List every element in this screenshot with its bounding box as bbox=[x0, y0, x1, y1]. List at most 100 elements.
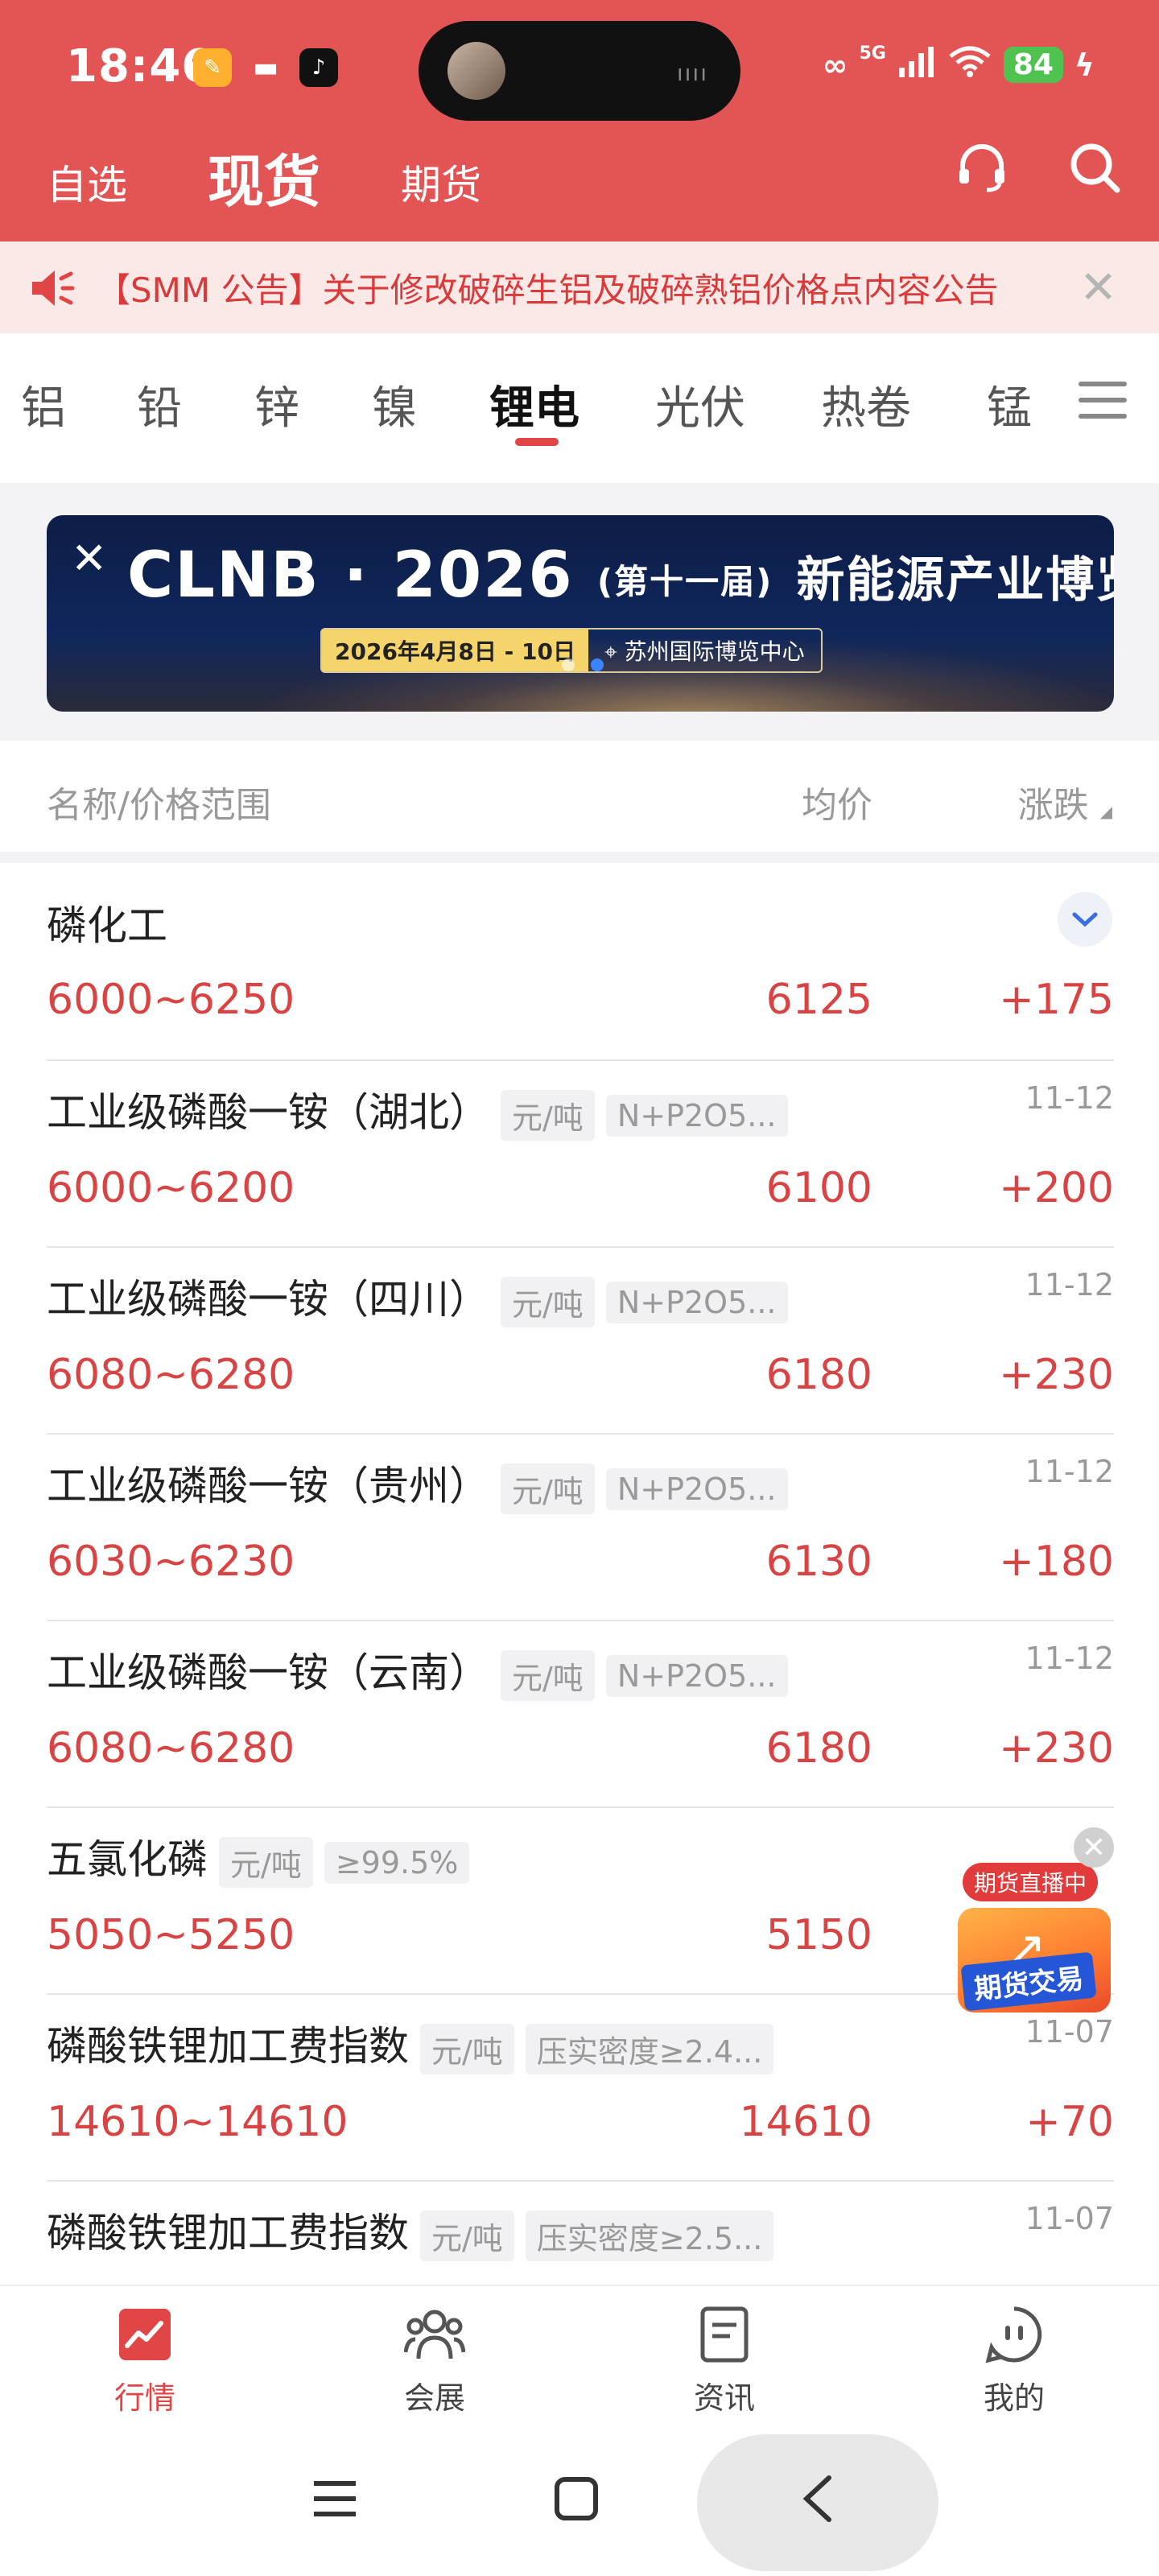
bottom-nav-market[interactable]: 行情 bbox=[64, 2302, 225, 2417]
tab-futures[interactable]: 期货 bbox=[401, 153, 481, 211]
camera-icon: ▬ bbox=[252, 52, 279, 84]
status-bar: 18:46 ✎ ▬ ♪ ıııı ∞ 5G 84 ϟ bbox=[0, 0, 1159, 137]
notice-text[interactable]: 【SMM 公告】关于修改破碎生铝及破碎熟铝价格点内容公告 bbox=[97, 263, 999, 312]
home-icon[interactable] bbox=[544, 2467, 608, 2531]
price-range: 6000~6250 bbox=[47, 976, 295, 1024]
status-right: ∞ 5G 84 ϟ bbox=[822, 43, 1095, 85]
category-tab-hot-rolled-coil[interactable]: 热卷 bbox=[821, 372, 911, 437]
average-price: 6125 bbox=[765, 976, 872, 1024]
item-name: 磷酸铁锂加工费指数 元/吨 压实密度≥2.5... bbox=[47, 2201, 774, 2261]
list-item[interactable]: 工业级磷酸一铵（云南） 元/吨 N+P2O5... 11-12 6080~6280 … bbox=[47, 1621, 1114, 1808]
notice-close-icon[interactable]: ✕ bbox=[1079, 262, 1117, 314]
price-change: +230 bbox=[999, 1724, 1114, 1773]
average-price: 6100 bbox=[765, 1164, 872, 1212]
chevron-down-icon[interactable] bbox=[1058, 892, 1112, 947]
futures-live-promo[interactable]: ↗ 期货交易 期货直播中 ✕ bbox=[958, 1827, 1119, 2021]
price-change: +230 bbox=[999, 1351, 1114, 1399]
header-change[interactable]: 涨跌 ◢ bbox=[1018, 776, 1112, 828]
people-icon bbox=[402, 2302, 467, 2367]
search-icon[interactable] bbox=[1062, 135, 1127, 200]
banner-title: CLNB · 2026 (第十一届) 新能源产业博览会 bbox=[127, 539, 1114, 612]
active-tab-indicator bbox=[515, 438, 559, 446]
notice-bar[interactable]: 【SMM 公告】关于修改破碎生铝及破碎熟铝价格点内容公告 ✕ bbox=[0, 242, 1159, 333]
speaker-icon bbox=[27, 264, 76, 316]
price-change: +70 bbox=[1025, 2098, 1114, 2146]
item-date: 11-07 bbox=[1025, 2201, 1114, 2236]
category-tab-zinc[interactable]: 锌 bbox=[254, 372, 299, 437]
category-menu-icon[interactable] bbox=[1079, 382, 1127, 430]
average-price: 14610 bbox=[739, 2098, 872, 2146]
spec-tag: ≥99.5% bbox=[324, 1841, 470, 1884]
banner-close-icon[interactable]: ✕ bbox=[71, 533, 107, 584]
item-name-text: 工业级磷酸一铵（四川） bbox=[47, 1276, 489, 1323]
category-tab-lead[interactable]: 铅 bbox=[137, 372, 182, 437]
banner-venue: ⌖ 苏州国际博览中心 bbox=[588, 634, 821, 667]
banner-area: ✕ CLNB · 2026 (第十一届) 新能源产业博览会 2026年4月8日 … bbox=[0, 483, 1159, 741]
spec-tag: N+P2O5... bbox=[605, 1468, 788, 1510]
list-item[interactable]: 6000~6250 6125 +175 bbox=[47, 943, 1114, 1061]
promo-close-icon[interactable]: ✕ bbox=[1074, 1827, 1114, 1868]
category-tab-aluminum[interactable]: 铝 bbox=[21, 372, 66, 437]
document-icon bbox=[692, 2302, 757, 2367]
app-notification-icon: ✎ bbox=[193, 48, 232, 87]
price-range: 6080~6280 bbox=[47, 1724, 295, 1773]
list-item[interactable]: 工业级磷酸一铵（贵州） 元/吨 N+P2O5... 11-12 6030~6230 … bbox=[47, 1435, 1114, 1621]
item-name: 工业级磷酸一铵（云南） 元/吨 N+P2O5... bbox=[47, 1641, 788, 1701]
header-avg-price[interactable]: 均价 bbox=[802, 776, 872, 828]
category-tab-photovoltaic[interactable]: 光伏 bbox=[655, 372, 745, 437]
spec-tag: 压实密度≥2.5... bbox=[525, 2211, 774, 2261]
price-range: 6000~6200 bbox=[47, 1164, 295, 1212]
tab-spot[interactable]: 现货 bbox=[208, 137, 320, 218]
unit-tag: 元/吨 bbox=[420, 2211, 514, 2261]
headset-icon[interactable] bbox=[950, 135, 1014, 200]
bottom-nav-label: 我的 bbox=[983, 2380, 1045, 2416]
banner-dot[interactable] bbox=[562, 658, 575, 671]
unit-tag: 元/吨 bbox=[501, 1277, 595, 1327]
list-item[interactable]: 工业级磷酸一铵（湖北） 元/吨 N+P2O5... 11-12 6000~6200 … bbox=[47, 1061, 1114, 1248]
item-date: 11-12 bbox=[1025, 1454, 1114, 1489]
item-date: 11-12 bbox=[1025, 1080, 1114, 1116]
spec-tag: N+P2O5... bbox=[605, 1094, 788, 1137]
location-pin-icon: ⌖ bbox=[604, 638, 625, 665]
menu-icon[interactable] bbox=[303, 2467, 367, 2531]
tab-watchlist[interactable]: 自选 bbox=[47, 153, 127, 211]
bottom-nav-profile[interactable]: 我的 bbox=[934, 2302, 1095, 2417]
category-tabs: 铝 铅 锌 镍 锂电 光伏 热卷 锰 bbox=[0, 333, 1159, 483]
top-nav: 自选 现货 期货 bbox=[0, 129, 1159, 225]
list-item[interactable]: 工业级磷酸一铵（四川） 元/吨 N+P2O5... 11-12 6080~6280 … bbox=[47, 1248, 1114, 1435]
banner-title-year: 026 bbox=[437, 539, 574, 612]
link-icon: ∞ bbox=[822, 47, 848, 83]
category-tab-nickel[interactable]: 镍 bbox=[372, 372, 417, 437]
status-app-icons: ✎ ▬ ♪ bbox=[193, 48, 338, 87]
exhibition-banner[interactable]: ✕ CLNB · 2026 (第十一届) 新能源产业博览会 2026年4月8日 … bbox=[47, 515, 1114, 712]
item-name-text: 工业级磷酸一铵（云南） bbox=[47, 1649, 489, 1696]
list-item[interactable]: 五氯化磷 元/吨 ≥99.5% 5050~5250 5150 bbox=[47, 1808, 1114, 1995]
category-tab-manganese[interactable]: 锰 bbox=[987, 372, 1032, 437]
banner-title-prefix: CLNB · 2 bbox=[127, 539, 438, 612]
profile-face-icon bbox=[982, 2302, 1046, 2367]
charging-icon: ϟ bbox=[1074, 47, 1095, 83]
promo-live-badge: 期货直播中 bbox=[963, 1863, 1099, 1901]
spec-tag: N+P2O5... bbox=[605, 1281, 788, 1323]
item-name: 工业级磷酸一铵（湖北） 元/吨 N+P2O5... bbox=[47, 1080, 788, 1141]
bottom-nav-news[interactable]: 资讯 bbox=[644, 2302, 805, 2417]
banner-subject: 新能源产业博览会 bbox=[796, 552, 1114, 609]
dynamic-island[interactable]: ıııı bbox=[419, 21, 740, 121]
unit-tag: 元/吨 bbox=[219, 1837, 313, 1888]
bottom-nav-label: 行情 bbox=[113, 2380, 175, 2416]
list-item[interactable]: 磷酸铁锂加工费指数 元/吨 压实密度≥2.4... 11-07 14610~1461… bbox=[47, 1995, 1114, 2182]
average-price: 6180 bbox=[765, 1724, 872, 1773]
battery-level: 84 bbox=[1003, 47, 1063, 83]
list-item[interactable]: 磷酸铁锂加工费指数 元/吨 压实密度≥2.5... 11-07 bbox=[47, 2182, 1114, 2285]
category-tab-lithium-battery[interactable]: 锂电 bbox=[489, 372, 580, 437]
sort-icon: ◢ bbox=[1099, 802, 1112, 821]
market-chart-icon bbox=[113, 2302, 177, 2367]
item-name-text: 磷酸铁锂加工费指数 bbox=[47, 2023, 409, 2070]
bottom-nav-exhibition[interactable]: 会展 bbox=[354, 2302, 515, 2417]
system-nav-bar bbox=[0, 2418, 1159, 2576]
item-name-text: 磷酸铁锂加工费指数 bbox=[47, 2210, 409, 2256]
back-icon[interactable] bbox=[786, 2467, 850, 2531]
banner-dot-active[interactable] bbox=[591, 658, 604, 671]
item-date: 11-12 bbox=[1025, 1641, 1114, 1676]
price-list: 磷化工 6000~6250 6125 +175 工业级磷酸一铵（湖北） 元/吨 N+… bbox=[0, 852, 1159, 2285]
